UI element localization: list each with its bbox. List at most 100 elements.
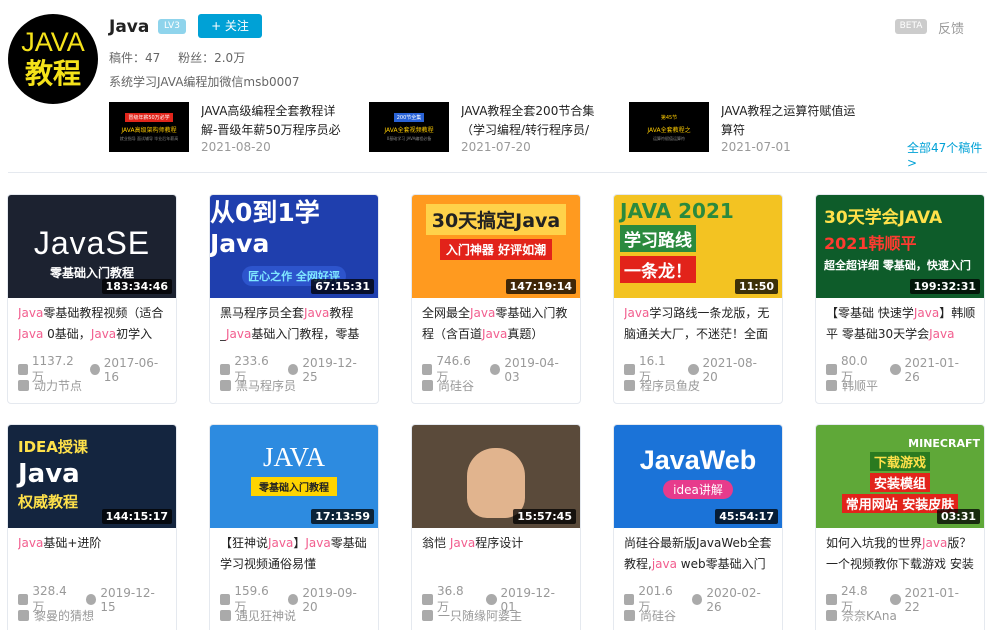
video-card[interactable]: 30天学会JAVA 2021韩顺平 超全超详细 零基础，快速入门 199:32:31 【… [815,194,985,404]
uploader[interactable]: 一只随缘阿婆主 [422,607,522,624]
uploader-name[interactable]: 动力节点 [34,377,82,394]
upload-date: 2021-01-26 [904,355,959,384]
video-cover[interactable]: 30天搞定Java 入门神器 好评如潮 147:19:14 [412,195,580,298]
recent-post[interactable]: 冒级年薪50万必学 JAVA高级架构师教程 就业指导 面试辅导 毕业后年薪高 JAVA… [109,102,359,154]
video-card[interactable]: JAVA 2021 学习路线 一条龙！ 11:50 Java学习路线一条龙版，无脑通关大… [613,194,783,404]
video-card[interactable]: 30天搞定Java 入门神器 好评如潮 147:19:14 全网最全Java零基础入门… [411,194,581,404]
recent-post-title[interactable]: JAVA教程全套200节合集（学习编程/转行程序员/ [461,102,606,140]
cover-text: 零基础入门教程 [251,476,337,496]
video-title[interactable]: Java学习路线一条龙版，无脑通关大厂，不迷茫！全面 [624,303,776,345]
avatar[interactable]: JAVA 教程 [8,14,98,104]
user-icon [422,610,433,621]
user-icon [220,380,231,391]
video-title[interactable]: 【狂神说Java】Java零基础学习视频通俗易懂 [220,533,372,575]
play-count-icon [624,364,635,375]
video-cover[interactable]: JAVA 零基础入门教程 17:13:59 [210,425,378,528]
divider [8,172,987,173]
video-title[interactable]: 全网最全Java零基础入门教程（含百道Java真题） [422,303,574,345]
user-name[interactable]: Java [109,17,149,37]
upload-date: 2020-02-26 [706,585,761,614]
video-cover[interactable]: JavaSE 零基础入门教程 183:34:46 [8,195,176,298]
uploader-name[interactable]: 程序员鱼皮 [640,377,700,394]
user-icon [624,610,635,621]
feedback-link[interactable]: 反馈 [938,18,964,37]
video-title-segment: 【狂神说 [220,536,269,550]
cover-text: JavaWeb [639,444,757,475]
video-cover[interactable]: 15:57:45 [412,425,580,528]
uploader[interactable]: 遇见狂神说 [220,607,296,624]
user-icon [624,380,635,391]
recent-post[interactable]: 200节全集 JAVA全套视频教程 0基础学习 JAVA编程必备 JAVA教程全套20… [369,102,619,154]
uploader[interactable]: 程序员鱼皮 [624,377,700,394]
video-title-segment: Java [90,327,117,341]
cover-text: 超全超详细 零基础，快速入门 [824,258,971,272]
uploader-name[interactable]: 韩顺平 [842,377,878,394]
video-title[interactable]: Java基础+进阶 [18,533,170,575]
video-duration: 147:19:14 [505,279,576,294]
video-title-segment: Java [226,327,252,341]
video-duration: 67:15:31 [311,279,374,294]
video-cover[interactable]: JAVA 2021 学习路线 一条龙！ 11:50 [614,195,782,298]
video-cover[interactable]: MINECRAFT 下载游戏 安装模组 常用网站 安装皮肤 03:31 [816,425,984,528]
video-title[interactable]: 【零基础 快速学Java】韩顺平 零基础30天学会Java [826,303,978,345]
cover-text: MINECRAFT [908,436,980,450]
video-card[interactable]: 从0到1学Java 匠心之作 全网好评 67:15:31 黑马程序员全套Java教程_… [209,194,379,404]
video-cover[interactable]: IDEA授课 Java 权威教程 144:15:17 [8,425,176,528]
video-title-segment: 真题） [507,327,544,341]
uploader-name[interactable]: 一只随缘阿婆主 [438,607,522,624]
video-title[interactable]: 尚硅谷最新版JavaWeb全套教程,java web零基础入门完 [624,533,776,575]
cover-text: 从0到1学Java [210,198,320,258]
follow-button[interactable]: + 关注 [198,14,262,38]
video-title-segment: 基础+进阶 [43,536,102,550]
uploader-name[interactable]: 尚硅谷 [640,607,676,624]
uploader-name[interactable]: 黎曼的猜想 [34,607,94,624]
uploader-name[interactable]: 遇见狂神说 [236,607,296,624]
video-title[interactable]: 翁恺 Java程序设计 [422,533,574,575]
uploader-name[interactable]: 黑马程序员 [236,377,296,394]
uploader[interactable]: 黎曼的猜想 [18,607,94,624]
recent-post-thumbnail[interactable]: 200节全集 JAVA全套视频教程 0基础学习 JAVA编程必备 [369,102,449,152]
recent-post-title[interactable]: JAVA高级编程全套教程详解-晋级年薪50万程序员必 [201,102,346,140]
uploader[interactable]: 动力节点 [18,377,82,394]
video-title[interactable]: 如何入坑我的世界Java版？一个视频教你下载游戏 安装 [826,533,978,575]
thumb-sub: 运算符赋值运算符 [653,135,685,141]
video-cover[interactable]: 从0到1学Java 匠心之作 全网好评 67:15:31 [210,195,378,298]
all-posts-link[interactable]: 全部47个稿件> [907,139,987,170]
recent-post-thumbnail[interactable]: 冒级年薪50万必学 JAVA高级架构师教程 就业指导 面试辅导 毕业后年薪高 [109,102,189,152]
uploader[interactable]: 韩顺平 [826,377,878,394]
clock-icon [288,364,299,375]
recent-post-thumbnail[interactable]: 第45节 JAVA全套教程之 运算符赋值运算符 [629,102,709,152]
upload-date: 2019-09-20 [302,585,357,614]
cover-text: JAVA [262,441,326,472]
video-card[interactable]: MINECRAFT 下载游戏 安装模组 常用网站 安装皮肤 03:31 如何入坑我的世界J… [815,424,985,630]
upload-date: 2021-01-22 [904,585,959,614]
uploader-name[interactable]: 奈奈KAna [842,607,897,624]
play-count-icon [18,364,28,375]
video-card[interactable]: JavaWeb idea讲解 45:54:17 尚硅谷最新版JavaWeb全套教程,j… [613,424,783,630]
recent-post[interactable]: 第45节 JAVA全套教程之 运算符赋值运算符 JAVA教程之运算符赋值运算符 2021… [629,102,879,154]
presenter-face [467,447,525,518]
video-card[interactable]: 15:57:45 翁恺 Java程序设计 36.8万 2019-12-01 一只随缘阿婆… [411,424,581,630]
cover-text: 30天搞定Java [425,203,567,235]
uploader[interactable]: 奈奈KAna [826,607,897,624]
video-title-segment: 【零基础 快速学 [826,306,914,320]
uploader[interactable]: 尚硅谷 [624,607,676,624]
uploader-name[interactable]: 尚硅谷 [438,377,474,394]
video-card[interactable]: IDEA授课 Java 权威教程 144:15:17 Java基础+进阶 328.4万 20… [7,424,177,630]
play-count-icon [220,364,231,375]
video-title[interactable]: 黑马程序员全套Java教程_Java基础入门教程，零基 [220,303,372,345]
uploader[interactable]: 黑马程序员 [220,377,296,394]
recent-post-title[interactable]: JAVA教程之运算符赋值运算符 [721,102,866,140]
video-title-segment: Java [304,306,330,320]
upload-date: 2019-04-03 [504,355,559,384]
video-title-segment: Java [929,327,955,341]
cover-text: 权威教程 [18,492,79,511]
video-card[interactable]: JAVA 零基础入门教程 17:13:59 【狂神说Java】Java零基础学习视频通… [209,424,379,630]
uploader[interactable]: 尚硅谷 [422,377,474,394]
video-cover[interactable]: 30天学会JAVA 2021韩顺平 超全超详细 零基础，快速入门 199:32:31 [816,195,984,298]
video-title[interactable]: Java零基础教程视频（适合Java 0基础，Java初学入 [18,303,170,345]
video-cover[interactable]: JavaWeb idea讲解 45:54:17 [614,425,782,528]
video-card[interactable]: JavaSE 零基础入门教程 183:34:46 Java零基础教程视频（适合Java… [7,194,177,404]
play-count-icon [422,364,433,375]
user-icon [826,380,837,391]
